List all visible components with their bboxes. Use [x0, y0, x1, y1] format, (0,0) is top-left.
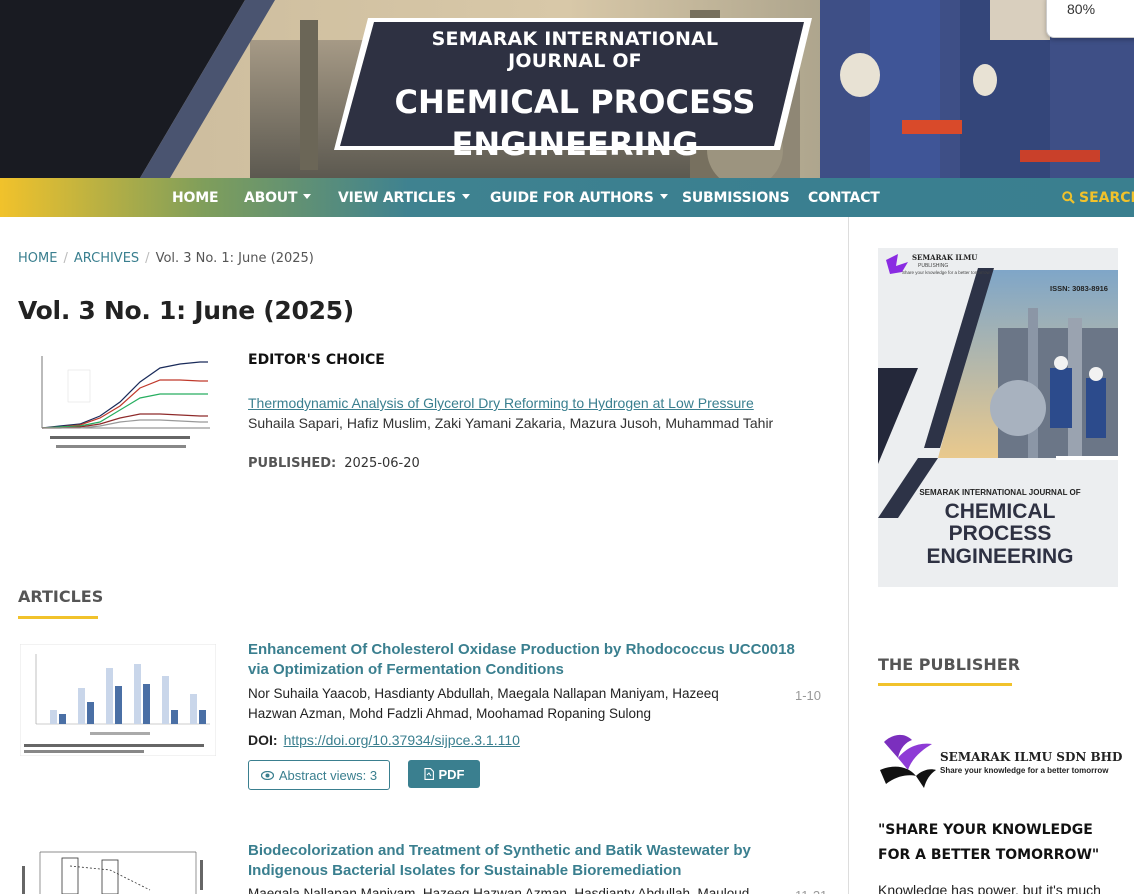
nav-search[interactable]: SEARCH [1062, 190, 1134, 206]
nav-guide-label: GUIDE FOR AUTHORS [490, 190, 654, 206]
articles-heading: ARTICLES [18, 587, 104, 606]
article-title-link[interactable]: Biodecolorization and Treatment of Synth… [248, 841, 808, 881]
cover-artwork: SEMARAK ILMU PUBLISHING Share your knowl… [878, 248, 1118, 587]
heading-underline [18, 616, 98, 619]
search-icon [1062, 191, 1075, 204]
journal-name-line1: SEMARAK INTERNATIONAL JOURNAL OF [431, 28, 719, 72]
nav-about[interactable]: ABOUT [244, 190, 312, 206]
publisher-blurb: Knowledge has power, but it's much [878, 882, 1101, 894]
cover-title-line4: ENGINEERING [926, 545, 1073, 568]
file-pdf-icon [423, 768, 434, 780]
column-divider [848, 217, 849, 894]
cover-publisher-name: SEMARAK ILMU [912, 253, 977, 262]
chevron-down-icon [461, 194, 470, 199]
published-label: PUBLISHED: [248, 456, 337, 471]
nav-guide-for-authors[interactable]: GUIDE FOR AUTHORS [490, 190, 668, 206]
breadcrumb-separator: / [63, 251, 68, 266]
cover-publisher-tagline: Share your knowledge for a better tomorr… [902, 270, 991, 275]
nav-contact[interactable]: CONTACT [808, 190, 880, 206]
featured-article-thumbnail[interactable] [20, 350, 216, 456]
pdf-label: PDF [438, 766, 465, 782]
breadcrumb-home[interactable]: HOME [18, 251, 57, 266]
publisher-logo-tagline: Share your knowledge for a better tomorr… [940, 766, 1109, 775]
doi-link[interactable]: https://doi.org/10.37934/sijpce.3.1.110 [284, 732, 520, 748]
article-thumbnail[interactable] [20, 644, 216, 756]
header-banner: SEMARAK INTERNATIONAL JOURNAL OF CHEMICA… [0, 0, 1134, 178]
nav-submissions[interactable]: SUBMISSIONS [682, 190, 790, 206]
article-authors: Maegala Nallapan Maniyam, Hazeeq Hazwan … [248, 886, 750, 894]
cover-publisher-sub: PUBLISHING [918, 263, 948, 269]
publisher-logo[interactable]: SEMARAK ILMU SDN BHD Share your knowledg… [878, 730, 1122, 800]
publisher-quill-book-icon [880, 734, 936, 788]
breadcrumb-archives[interactable]: ARCHIVES [74, 251, 139, 266]
journal-logo[interactable]: SEMARAK INTERNATIONAL JOURNAL OF CHEMICA… [380, 28, 770, 165]
article-pages: 11-21 [795, 888, 827, 894]
breadcrumb-current: Vol. 3 No. 1: June (2025) [155, 251, 314, 266]
editors-choice-label: EDITOR'S CHOICE [248, 352, 385, 368]
publisher-logo-name: SEMARAK ILMU SDN BHD [940, 750, 1123, 764]
cover-title-line1: SEMARAK INTERNATIONAL JOURNAL OF [919, 488, 1080, 497]
doi-label: DOI: [248, 732, 278, 748]
featured-article-title-link[interactable]: Thermodynamic Analysis of Glycerol Dry R… [248, 395, 754, 411]
line-chart-figure-image [41, 356, 210, 448]
eye-icon [260, 770, 274, 780]
publisher-motto: "SHARE YOUR KNOWLEDGE FOR A BETTER TOMOR… [878, 822, 1100, 863]
article-title-link[interactable]: Enhancement Of Cholesterol Oxidase Produ… [248, 640, 808, 680]
nav-home-label: HOME [172, 190, 219, 206]
cover-title-line2: CHEMICAL [945, 500, 1056, 523]
abstract-views-label: Abstract views: 3 [278, 767, 378, 783]
nav-home[interactable]: HOME [172, 190, 219, 206]
published-date-row: PUBLISHED: 2025-06-20 [248, 456, 420, 471]
cover-issn: ISSN: 3083-8916 [1050, 284, 1108, 293]
journal-name-line2: CHEMICAL PROCESS [394, 83, 756, 121]
published-date: 2025-06-20 [344, 456, 420, 471]
chevron-down-icon [659, 194, 668, 199]
page-title: Vol. 3 No. 1: June (2025) [18, 296, 354, 325]
article-doi: DOI: https://doi.org/10.37934/sijpce.3.1.… [248, 732, 520, 748]
nav-about-label: ABOUT [244, 190, 298, 206]
nav-view-articles-label: VIEW ARTICLES [338, 190, 456, 206]
nav-search-label: SEARCH [1079, 190, 1134, 206]
breadcrumb-separator: / [145, 251, 150, 266]
pdf-download-button[interactable]: PDF [408, 760, 480, 788]
nav-view-articles[interactable]: VIEW ARTICLES [338, 190, 470, 206]
journal-cover-image[interactable]: SEMARAK ILMU PUBLISHING Share your knowl… [878, 248, 1118, 587]
article-thumbnail[interactable] [20, 846, 216, 894]
cover-title-line3: PROCESS [949, 522, 1052, 545]
main-navigation: HOME ABOUT VIEW ARTICLES GUIDE FOR AUTHO… [0, 178, 1134, 217]
nav-contact-label: CONTACT [808, 190, 880, 206]
abstract-views-button[interactable]: Abstract views: 3 [248, 760, 390, 790]
nav-submissions-label: SUBMISSIONS [682, 190, 790, 206]
combined-chart-figure-image [22, 851, 203, 894]
zoom-level: 80% [1067, 1, 1096, 17]
bar-chart-figure-image [20, 644, 216, 756]
chevron-down-icon [303, 194, 312, 199]
zoom-indicator-popup: 80% [1046, 0, 1134, 38]
journal-name-line3: ENGINEERING [451, 124, 699, 163]
article-pages: 1-10 [795, 688, 822, 703]
article-authors: Nor Suhaila Yaacob, Hasdianty Abdullah, … [248, 686, 719, 721]
breadcrumb: HOME / ARCHIVES / Vol. 3 No. 1: June (2025) [18, 251, 314, 266]
featured-article-authors: Suhaila Sapari, Hafiz Muslim, Zaki Yaman… [248, 415, 774, 431]
publisher-heading: THE PUBLISHER [878, 655, 1021, 674]
heading-underline [878, 683, 1012, 686]
